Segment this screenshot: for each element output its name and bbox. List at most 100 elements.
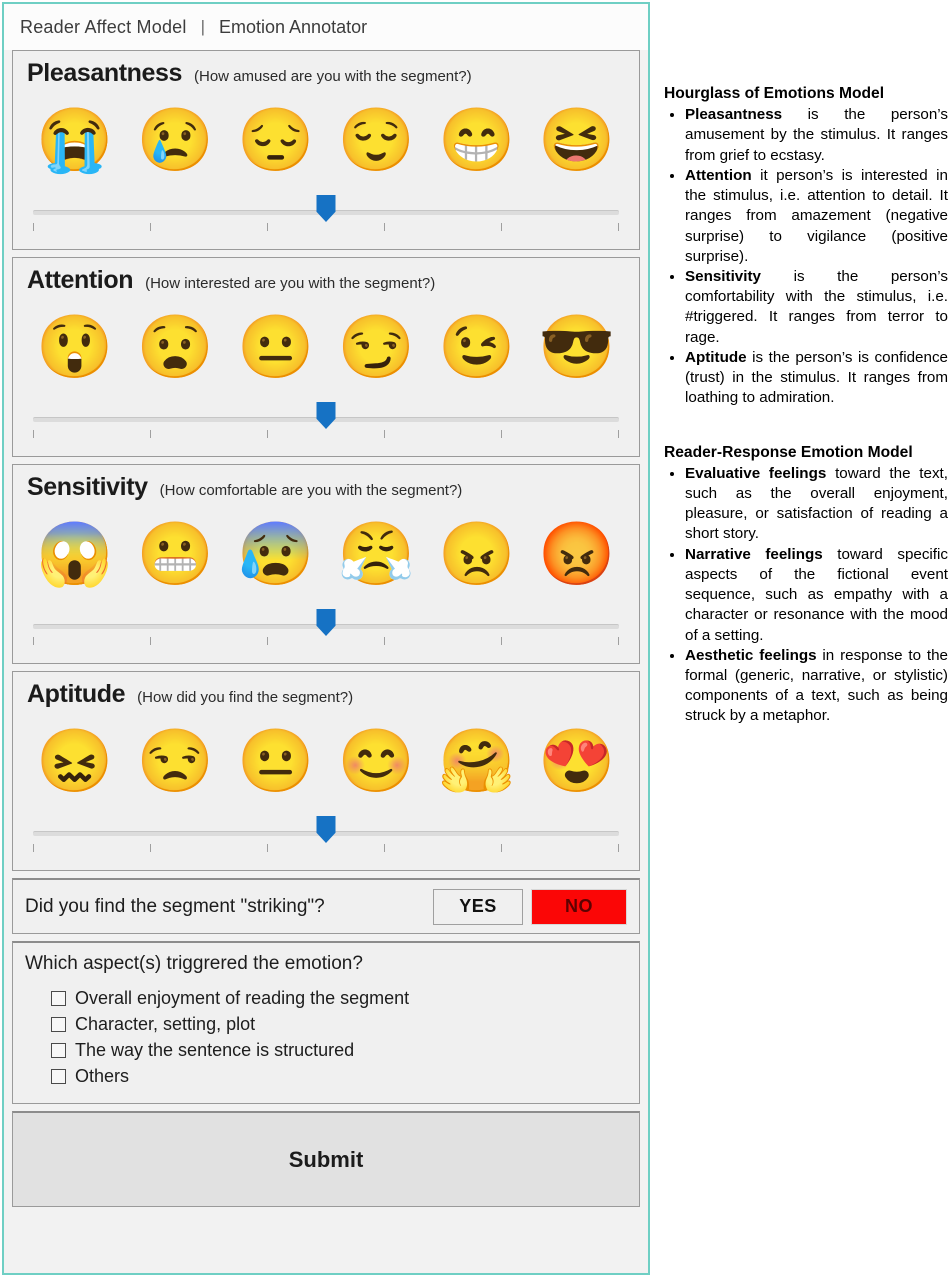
emoji-relieved-face-icon[interactable]: 😌	[328, 110, 424, 172]
slider-thumb[interactable]	[316, 195, 336, 222]
aspect-checkbox-row[interactable]: The way the sentence is structured	[51, 1037, 627, 1063]
slider-tick	[618, 223, 619, 231]
slider-tick	[501, 430, 502, 438]
emoji-confounded-face-icon[interactable]: 😖	[27, 731, 123, 793]
emoji-heart-eyes-face-icon[interactable]: 😍	[529, 731, 625, 793]
aspect-label: The way the sentence is structured	[75, 1039, 355, 1060]
dimension-title: Aptitude	[27, 680, 126, 708]
emoji-winking-face-icon[interactable]: 😉	[429, 317, 525, 379]
emoji-neutral-face-icon[interactable]: 😐	[228, 317, 324, 379]
slider-tick	[267, 844, 268, 852]
slider-tick	[33, 430, 34, 438]
app-title-primary: Reader Affect Model	[20, 16, 187, 37]
aspect-checkbox-row[interactable]: Character, setting, plot	[51, 1011, 627, 1037]
note-term: Narrative feelings	[685, 545, 823, 563]
dimension-title: Pleasantness	[27, 59, 183, 87]
slider-tick-marks	[33, 637, 619, 645]
striking-yes-button[interactable]: YES	[433, 888, 523, 925]
aspect-label: Character, setting, plot	[75, 1013, 256, 1034]
list-item: Sensitivity is the person’s comfortabili…	[685, 267, 948, 348]
emoji-beaming-face-icon[interactable]: 😁	[429, 110, 525, 172]
emoji-loudly-crying-face-icon[interactable]: 😭	[27, 110, 123, 172]
emoji-enraged-face-icon[interactable]: 😡	[529, 524, 625, 586]
aspect-label: Others	[75, 1065, 130, 1086]
slider-tick	[267, 637, 268, 645]
emoji-scale-attention: 😲 😧 😐 😏 😉 😎	[21, 296, 631, 398]
dimension-title: Sensitivity	[27, 473, 148, 501]
list-item: Pleasantness is the person’s amusement b…	[685, 105, 948, 166]
emoji-laughing-squint-face-icon[interactable]: 😆	[529, 110, 625, 172]
slider-tick	[618, 844, 619, 852]
slider-tick	[267, 430, 268, 438]
list-item: Aptitude is the person’s is confidence (…	[685, 348, 948, 409]
slider-tick	[150, 844, 151, 852]
notes-section-gap	[664, 409, 948, 443]
dimension-title: Attention	[27, 266, 134, 294]
aspects-panel: Which aspect(s) triggrered the emotion? …	[12, 941, 640, 1104]
emoji-scale-aptitude: 😖 😒 😐 😊 🤗 😍	[21, 710, 631, 812]
checkbox-sentence-structure[interactable]	[51, 1042, 66, 1058]
dimension-panel-sensitivity: Sensitivity (How comfortable are you wit…	[12, 464, 640, 664]
emoji-grimacing-face-icon[interactable]: 😬	[127, 524, 223, 586]
slider-tick	[267, 223, 268, 231]
emoji-steam-from-nose-face-icon[interactable]: 😤	[328, 524, 424, 586]
dimension-question: (How interested are you with the segment…	[145, 275, 436, 292]
note-term: Aesthetic feelings	[685, 646, 817, 664]
list-item: Narrative feelings toward specific aspec…	[685, 545, 948, 646]
emoji-sunglasses-face-icon[interactable]: 😎	[529, 317, 625, 379]
emoji-hugging-face-icon[interactable]: 🤗	[429, 731, 525, 793]
emoji-neutral-face-icon[interactable]: 😐	[228, 731, 324, 793]
emoji-astonished-face-icon[interactable]: 😲	[27, 317, 123, 379]
dimension-question: (How did you find the segment?)	[137, 689, 354, 706]
slider-thumb[interactable]	[316, 816, 336, 843]
checkbox-others[interactable]	[51, 1068, 66, 1084]
slider-thumb[interactable]	[316, 609, 336, 636]
slider-tick	[618, 637, 619, 645]
slider-tick	[384, 637, 385, 645]
emoji-pensive-face-icon[interactable]: 😔	[228, 110, 324, 172]
slider-tick	[384, 223, 385, 231]
dimension-header: Pleasantness (How amused are you with th…	[21, 57, 631, 89]
notes-section1-title: Hourglass of Emotions Model	[664, 85, 885, 102]
slider-tick-marks	[33, 430, 619, 438]
emoji-crying-face-icon[interactable]: 😢	[127, 110, 223, 172]
slider-tick	[150, 223, 151, 231]
striking-question-label: Did you find the segment "striking"?	[25, 895, 325, 917]
slider-aptitude[interactable]	[33, 814, 619, 866]
window-body: Pleasantness (How amused are you with th…	[4, 50, 648, 1273]
slider-tick-marks	[33, 223, 619, 231]
checkbox-overall-enjoyment[interactable]	[51, 990, 66, 1006]
aspect-checkbox-row[interactable]: Overall enjoyment of reading the segment	[51, 985, 627, 1011]
emoji-smiling-eyes-face-icon[interactable]: 😊	[328, 731, 424, 793]
emoji-unamused-face-icon[interactable]: 😒	[127, 731, 223, 793]
slider-sensitivity[interactable]	[33, 607, 619, 659]
slider-thumb[interactable]	[316, 402, 336, 429]
dimension-header: Aptitude (How did you find the segment?)	[21, 678, 631, 710]
title-separator: |	[200, 17, 205, 36]
emoji-smirking-face-icon[interactable]: 😏	[328, 317, 424, 379]
slider-tick	[618, 430, 619, 438]
window-titlebar: Reader Affect Model | Emotion Annotator	[4, 4, 648, 50]
emoji-anxious-sweat-face-icon[interactable]: 😰	[228, 524, 324, 586]
checkbox-character-setting-plot[interactable]	[51, 1016, 66, 1032]
dimension-panel-attention: Attention (How interested are you with t…	[12, 257, 640, 457]
note-term: Evaluative feelings	[685, 464, 827, 482]
emoji-anguished-face-icon[interactable]: 😧	[127, 317, 223, 379]
slider-tick	[501, 637, 502, 645]
aspect-checkbox-row[interactable]: Others	[51, 1063, 627, 1089]
emoji-scale-sensitivity: 😱 😬 😰 😤 😠 😡	[21, 503, 631, 605]
slider-tick	[33, 637, 34, 645]
striking-question-panel: Did you find the segment "striking"? YES…	[12, 878, 640, 934]
emoji-screaming-fear-face-icon[interactable]: 😱	[27, 524, 123, 586]
list-item: Evaluative feelings toward the text, suc…	[685, 464, 948, 545]
slider-tick	[384, 844, 385, 852]
slider-pleasantness[interactable]	[33, 193, 619, 245]
submit-button[interactable]: Submit	[12, 1111, 640, 1207]
striking-no-button[interactable]: NO	[531, 888, 627, 925]
reader-response-model-list: Evaluative feelings toward the text, suc…	[664, 464, 948, 727]
slider-tick	[501, 223, 502, 231]
slider-attention[interactable]	[33, 400, 619, 452]
list-item: Aesthetic feelings in response to the fo…	[685, 646, 948, 727]
emoji-angry-face-icon[interactable]: 😠	[429, 524, 525, 586]
note-term: Pleasantness	[685, 106, 783, 124]
